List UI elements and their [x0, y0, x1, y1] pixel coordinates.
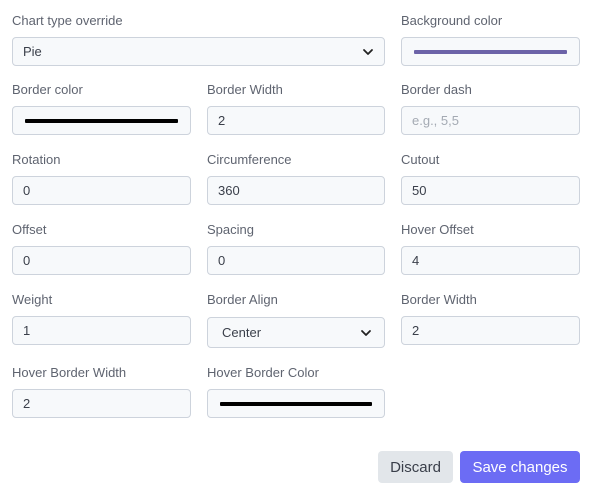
discard-button[interactable]: Discard	[378, 451, 453, 483]
border-align-select[interactable]: Center	[207, 317, 385, 348]
hover-offset-label: Hover Offset	[401, 222, 474, 237]
hover-border-color-picker[interactable]	[207, 389, 385, 418]
border-dash-input[interactable]: e.g., 5,5	[401, 106, 580, 135]
border-width-2-input[interactable]: 2	[401, 316, 580, 345]
hover-offset-value: 4	[412, 253, 420, 268]
save-changes-button[interactable]: Save changes	[460, 451, 580, 483]
circumference-input[interactable]: 360	[207, 176, 385, 205]
border-dash-placeholder: e.g., 5,5	[412, 113, 459, 128]
weight-value: 1	[23, 323, 31, 338]
background-color-swatch	[414, 49, 567, 54]
weight-input[interactable]: 1	[12, 316, 191, 345]
spacing-value: 0	[218, 253, 226, 268]
spacing-label: Spacing	[207, 222, 254, 237]
border-color-label: Border color	[12, 82, 83, 97]
hover-border-width-value: 2	[23, 396, 31, 411]
chart-type-value: Pie	[23, 44, 42, 59]
border-color-swatch	[25, 118, 178, 123]
rotation-value: 0	[23, 183, 31, 198]
offset-input[interactable]: 0	[12, 246, 191, 275]
chevron-down-icon	[360, 327, 372, 339]
rotation-input[interactable]: 0	[12, 176, 191, 205]
border-width-2-label: Border Width	[401, 292, 477, 307]
chart-type-label: Chart type override	[12, 13, 123, 28]
offset-value: 0	[23, 253, 31, 268]
border-dash-label: Border dash	[401, 82, 472, 97]
cutout-value: 50	[412, 183, 427, 198]
circumference-label: Circumference	[207, 152, 292, 167]
hover-offset-input[interactable]: 4	[401, 246, 580, 275]
background-color-label: Background color	[401, 13, 503, 28]
border-width-value: 2	[218, 113, 226, 128]
rotation-label: Rotation	[12, 152, 61, 167]
offset-label: Offset	[12, 222, 47, 237]
spacing-input[interactable]: 0	[207, 246, 385, 275]
chart-type-select[interactable]: Pie	[12, 37, 385, 66]
background-color-picker[interactable]	[401, 37, 580, 66]
cutout-label: Cutout	[401, 152, 440, 167]
weight-label: Weight	[12, 292, 53, 307]
border-width-2-value: 2	[412, 323, 420, 338]
border-width-label: Border Width	[207, 82, 283, 97]
circumference-value: 360	[218, 183, 240, 198]
hover-border-color-swatch	[220, 401, 372, 406]
hover-border-width-input[interactable]: 2	[12, 389, 191, 418]
hover-border-width-label: Hover Border Width	[12, 365, 127, 380]
hover-border-color-label: Hover Border Color	[207, 365, 319, 380]
border-width-input[interactable]: 2	[207, 106, 385, 135]
chevron-down-icon	[362, 46, 374, 58]
border-color-picker[interactable]	[12, 106, 191, 135]
border-align-value: Center	[222, 325, 262, 340]
cutout-input[interactable]: 50	[401, 176, 580, 205]
border-align-label: Border Align	[207, 292, 278, 307]
